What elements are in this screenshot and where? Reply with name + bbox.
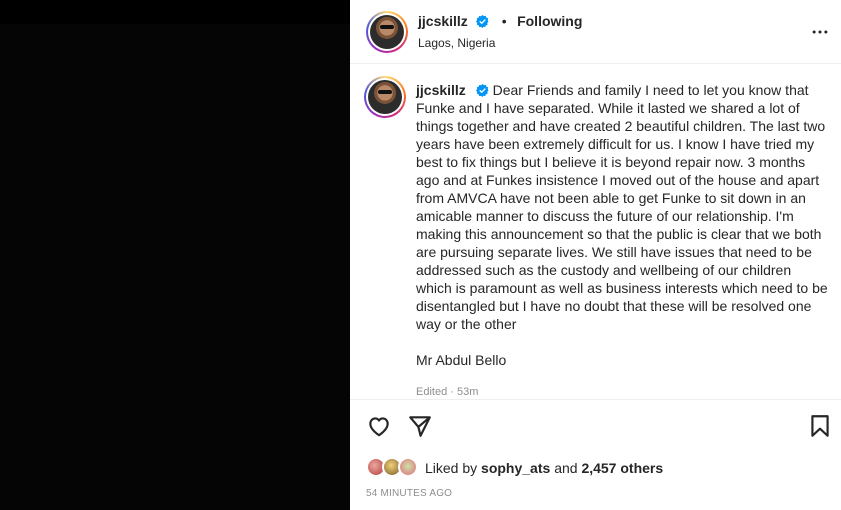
caption-text: jjcskillz Dear Friends and family I need… — [416, 81, 830, 333]
edited-timestamp: Edited · 53m — [416, 386, 479, 398]
caption-area[interactable]: jjcskillz Dear Friends and family I need… — [350, 65, 841, 399]
caption-avatar[interactable] — [364, 76, 406, 118]
media-dark-frame — [0, 24, 350, 510]
liked-by-text: Liked by sophy_ats and 2,457 others — [425, 460, 663, 476]
liker-avatars[interactable] — [366, 457, 420, 477]
liked-by-username[interactable]: sophy_ats — [481, 460, 550, 476]
author-username[interactable]: jjcskillz — [418, 13, 468, 29]
post-actions: Liked by sophy_ats and 2,457 others 54 m… — [350, 399, 841, 510]
post-sidebar: jjcskillz • Following Lagos, Nigeria jjc… — [350, 0, 841, 510]
post-location[interactable]: Lagos, Nigeria — [418, 36, 495, 50]
post-media[interactable] — [0, 0, 350, 510]
post-timestamp[interactable]: 54 minutes ago — [366, 488, 452, 499]
share-paper-plane-icon[interactable] — [407, 413, 433, 439]
author-info: jjcskillz • Following — [418, 13, 582, 31]
post-header: jjcskillz • Following Lagos, Nigeria — [350, 0, 841, 64]
separator-dot: • — [501, 13, 507, 29]
caption-username[interactable]: jjcskillz — [416, 82, 466, 98]
liked-by-prefix: Liked by — [425, 460, 478, 476]
following-button[interactable]: Following — [517, 13, 582, 29]
heart-icon[interactable] — [366, 413, 392, 439]
caption-body: Dear Friends and family I need to let yo… — [416, 82, 828, 332]
more-horizontal-icon[interactable] — [809, 22, 831, 42]
bookmark-icon[interactable] — [807, 413, 833, 439]
liked-by-and: and — [554, 460, 578, 476]
liker-avatar — [398, 457, 418, 477]
verified-badge-icon — [476, 15, 489, 28]
verified-badge-icon — [475, 84, 489, 97]
author-avatar[interactable] — [366, 11, 408, 53]
caption-signature: Mr Abdul Bello — [416, 352, 507, 368]
likes-count[interactable]: 2,457 others — [581, 460, 663, 476]
